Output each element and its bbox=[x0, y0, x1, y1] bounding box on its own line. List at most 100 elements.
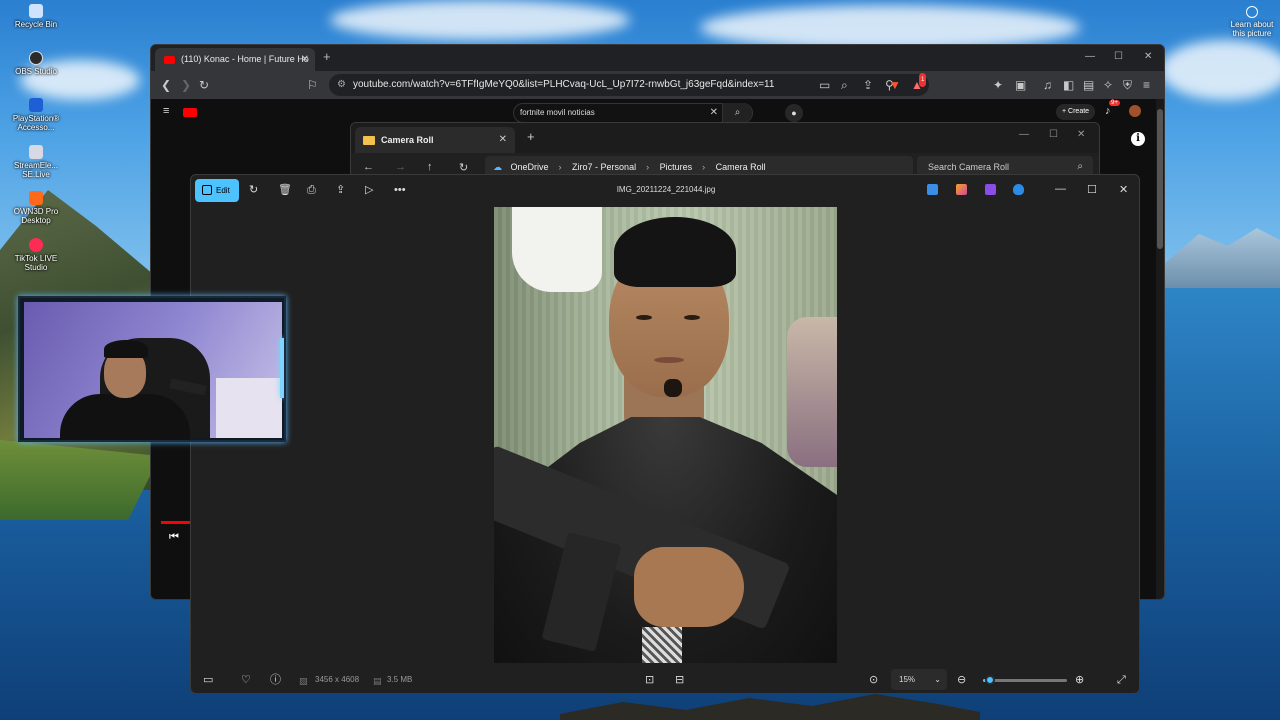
minimize-icon[interactable]: — bbox=[1055, 183, 1066, 195]
scrollbar-thumb[interactable] bbox=[1157, 109, 1163, 249]
close-tab-icon[interactable]: ✕ bbox=[499, 127, 507, 153]
designer-icon[interactable] bbox=[956, 184, 967, 195]
leo-ai-icon[interactable]: ✧ bbox=[1103, 78, 1113, 92]
up-icon[interactable]: ↑ bbox=[427, 161, 433, 173]
close-window-icon[interactable]: ✕ bbox=[1144, 51, 1152, 62]
photo-hand bbox=[634, 547, 744, 627]
photo-mouth bbox=[654, 357, 684, 363]
webcam-person-hair bbox=[104, 340, 148, 358]
share-icon[interactable]: ⇪ bbox=[863, 78, 873, 92]
avatar[interactable] bbox=[1129, 105, 1141, 117]
reload-icon[interactable]: ↻ bbox=[199, 78, 209, 92]
music-icon[interactable]: ♫ bbox=[1043, 78, 1052, 92]
address-bar[interactable]: ⚙ youtube.com/watch?v=6TFfIgMeYQ0&list=P… bbox=[329, 74, 929, 96]
onedrive-icon[interactable] bbox=[1013, 184, 1024, 195]
maximize-icon[interactable]: ☐ bbox=[1087, 183, 1097, 196]
vpn-icon[interactable]: ⛨ bbox=[1123, 78, 1132, 92]
browser-scrollbar[interactable] bbox=[1156, 99, 1164, 599]
text-extract-icon[interactable]: ⊟ bbox=[675, 674, 684, 686]
tab-search-icon[interactable]: ▣ bbox=[1015, 78, 1026, 92]
breadcrumb-item[interactable]: Camera Roll bbox=[716, 162, 766, 172]
forward-icon[interactable]: ❯ bbox=[181, 78, 191, 92]
desktop-icon-own3d[interactable]: OWN3D Pro Desktop bbox=[12, 191, 60, 225]
file-info-icon[interactable]: ⓘ bbox=[270, 674, 281, 686]
bookmark-icon[interactable]: ⚐ bbox=[307, 78, 318, 92]
fullscreen-icon[interactable]: ⤢ bbox=[1117, 674, 1126, 686]
webcam-shelf bbox=[216, 378, 282, 438]
new-tab-button[interactable]: + bbox=[527, 129, 535, 144]
visual-search-icon[interactable]: ⊡ bbox=[645, 674, 654, 686]
back-icon[interactable]: ← bbox=[363, 161, 374, 173]
zoom-level-select[interactable]: 15% ⌄ bbox=[891, 669, 947, 690]
explorer-tab[interactable]: Camera Roll ✕ bbox=[355, 127, 515, 153]
cast-icon[interactable]: ▭ bbox=[819, 78, 830, 92]
breadcrumb-item[interactable]: OneDrive bbox=[511, 162, 549, 172]
maximize-icon[interactable]: ☐ bbox=[1049, 129, 1058, 140]
maximize-icon[interactable]: ☐ bbox=[1114, 51, 1123, 62]
create-button[interactable]: + Create bbox=[1056, 104, 1096, 120]
photo-eye bbox=[684, 315, 700, 320]
learn-about-picture[interactable]: Learn about this picture bbox=[1228, 6, 1276, 38]
new-tab-button[interactable]: + bbox=[323, 49, 331, 64]
webcam-overlay bbox=[18, 296, 286, 442]
sidebar-icon[interactable]: ◧ bbox=[1063, 78, 1074, 92]
zoom-in-icon[interactable]: ⊕ bbox=[1075, 674, 1084, 686]
desktop-icon-obs-studio[interactable]: OBS Studio bbox=[12, 51, 60, 76]
refresh-icon[interactable]: ↻ bbox=[459, 161, 468, 174]
close-window-icon[interactable]: ✕ bbox=[1119, 183, 1128, 196]
desktop-icon-label: PlayStation® Accesso... bbox=[12, 114, 60, 132]
hamburger-menu-icon[interactable]: ≡ bbox=[163, 105, 169, 117]
search-icon[interactable]: ⌕ bbox=[722, 103, 752, 123]
zoom-slider-handle[interactable] bbox=[984, 675, 995, 685]
folder-icon bbox=[363, 136, 375, 145]
video-info-icon[interactable]: i bbox=[1131, 132, 1145, 146]
breadcrumb-item[interactable]: Pictures bbox=[660, 162, 693, 172]
desktop-icon-tiktok-live[interactable]: TikTok LIVE Studio bbox=[12, 238, 60, 272]
browser-toolbar: ❮ ❯ ↻ ⚐ ⚙ youtube.com/watch?v=6TFfIgMeYQ… bbox=[151, 71, 1164, 99]
clear-search-icon[interactable]: ✕ bbox=[710, 104, 718, 122]
close-window-icon[interactable]: ✕ bbox=[1077, 129, 1085, 140]
previous-video-icon[interactable]: ⏮ bbox=[169, 531, 179, 544]
desktop-icon-recycle-bin[interactable]: Recycle Bin bbox=[12, 4, 60, 29]
notifications-icon[interactable]: ♪ bbox=[1105, 105, 1111, 117]
site-info-icon[interactable]: ⚙ bbox=[337, 74, 346, 96]
breadcrumb-item[interactable]: Ziro7 - Personal bbox=[572, 162, 636, 172]
clipchamp-icon[interactable] bbox=[927, 184, 938, 195]
favorite-heart-icon[interactable]: ♡ bbox=[241, 674, 251, 686]
back-icon[interactable]: ❮ bbox=[161, 78, 171, 92]
zoom-slider[interactable] bbox=[983, 675, 1067, 685]
photos-toolbar: Edit ↻ 🗑 ⎙ ⇪ ▷ ••• IMG_20211224_221044.j… bbox=[191, 175, 1139, 207]
menu-icon[interactable]: ≡ bbox=[1143, 78, 1150, 92]
microphone-icon[interactable]: ● bbox=[785, 104, 803, 122]
minimize-icon[interactable]: — bbox=[1019, 129, 1029, 140]
address-bar-url: youtube.com/watch?v=6TFfIgMeYQ0&list=PLH… bbox=[353, 79, 775, 90]
zoom-out-icon[interactable]: ⊖ bbox=[957, 674, 966, 686]
photo-image[interactable] bbox=[494, 207, 837, 663]
minimize-icon[interactable]: — bbox=[1085, 51, 1095, 62]
zoom-icon[interactable]: ⌕ bbox=[841, 78, 848, 92]
brave-shield-icon[interactable]: ▼ bbox=[889, 78, 901, 92]
extensions-icon[interactable]: ✦ bbox=[993, 78, 1003, 92]
youtube-logo-icon[interactable] bbox=[183, 108, 197, 117]
desktop-icon-streamelements[interactable]: StreamEle... SE.Live bbox=[12, 145, 60, 179]
file-size-icon: ▤ bbox=[373, 676, 382, 686]
close-tab-icon[interactable]: ✕ bbox=[301, 48, 309, 71]
file-explorer-window: Camera Roll ✕ + — ☐ ✕ ← → ↑ ↻ ☁ OneDrive… bbox=[350, 122, 1100, 182]
image-dimensions: 3456 x 4608 bbox=[315, 675, 360, 684]
browser-tab-title: (110) Konac - Home | Future Ho bbox=[181, 54, 309, 64]
photo-clothes bbox=[787, 317, 837, 467]
filmstrip-icon[interactable]: ▭ bbox=[203, 674, 213, 686]
dimensions-icon: ▧ bbox=[299, 676, 308, 686]
create-icon[interactable] bbox=[985, 184, 996, 195]
browser-tab[interactable]: (110) Konac - Home | Future Ho ✕ bbox=[155, 48, 315, 71]
obs-icon bbox=[29, 51, 43, 65]
fit-to-window-icon[interactable]: ⊙ bbox=[869, 674, 878, 686]
wallet-icon[interactable]: ▤ bbox=[1083, 78, 1094, 92]
notifications-badge: 9+ bbox=[1109, 100, 1120, 106]
webcam-frame-glow bbox=[280, 338, 284, 398]
forward-icon[interactable]: → bbox=[395, 161, 406, 173]
youtube-search-input[interactable]: fortnite movil noticias ✕ ⌕ bbox=[513, 103, 753, 123]
video-progress-bar[interactable] bbox=[161, 521, 191, 524]
photos-viewer-window: Edit ↻ 🗑 ⎙ ⇪ ▷ ••• IMG_20211224_221044.j… bbox=[190, 174, 1140, 694]
desktop-icon-playstation[interactable]: PlayStation® Accesso... bbox=[12, 98, 60, 132]
